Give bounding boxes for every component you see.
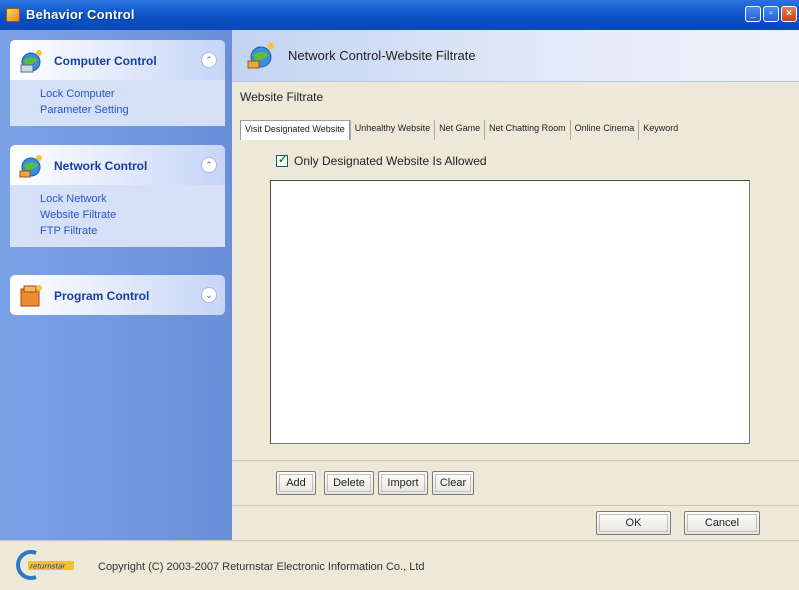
sidebar-item-ftp-filtrate[interactable]: FTP Filtrate	[40, 223, 225, 239]
group-header-network-control[interactable]: Network Control ⌃	[10, 145, 225, 185]
delete-button[interactable]: Delete	[324, 471, 374, 495]
add-button[interactable]: Add	[276, 471, 316, 495]
content-panel: Network Control-Website Filtrate Website…	[232, 30, 799, 540]
tab-panel: Only Designated Website Is Allowed	[240, 140, 799, 485]
page-title: Network Control-Website Filtrate	[288, 48, 476, 63]
group-body: Lock Network Website Filtrate FTP Filtra…	[10, 185, 225, 247]
sidebar-group-computer-control: Computer Control ⌃ Lock Computer Paramet…	[10, 40, 225, 126]
clear-button[interactable]: Clear	[432, 471, 474, 495]
network-globe-icon	[247, 42, 275, 69]
group-header-computer-control[interactable]: Computer Control ⌃	[10, 40, 225, 80]
sidebar-item-parameter-setting[interactable]: Parameter Setting	[40, 102, 225, 118]
expand-chevron-icon[interactable]: ⌄	[201, 287, 217, 303]
close-icon[interactable]: ×	[781, 6, 797, 22]
import-button[interactable]: Import	[378, 471, 428, 495]
sidebar-item-lock-computer[interactable]: Lock Computer	[40, 86, 225, 102]
tab-net-chatting-room[interactable]: Net Chatting Room	[484, 120, 570, 140]
window-title: Behavior Control	[26, 7, 135, 22]
computer-globe-icon	[20, 50, 42, 73]
sidebar-item-lock-network[interactable]: Lock Network	[40, 191, 225, 207]
ok-button[interactable]: OK	[596, 511, 671, 535]
sidebar-group-network-control: Network Control ⌃ Lock Network Website F…	[10, 145, 225, 247]
website-list-box[interactable]	[270, 180, 750, 444]
group-header-program-control[interactable]: Program Control ⌄	[10, 275, 225, 315]
checkbox-label: Only Designated Website Is Allowed	[294, 154, 487, 168]
content-header: Network Control-Website Filtrate	[232, 30, 799, 82]
network-globe-icon	[19, 155, 42, 178]
dialog-bar: OK Cancel	[232, 505, 799, 540]
cancel-button[interactable]: Cancel	[684, 511, 760, 535]
group-title: Program Control	[54, 289, 150, 303]
only-designated-checkbox[interactable]	[276, 153, 288, 167]
sidebar-group-program-control: Program Control ⌄	[10, 275, 225, 315]
window-controls: _ ▫ ×	[745, 6, 797, 22]
minimize-icon[interactable]: _	[745, 6, 761, 22]
tab-online-cinema[interactable]: Online Cinema	[569, 120, 639, 140]
action-bar: Add Delete Import Clear	[232, 460, 799, 500]
app-icon	[6, 8, 20, 22]
groupbox-label: Website Filtrate	[240, 90, 324, 104]
program-box-icon	[20, 285, 42, 307]
group-title: Computer Control	[54, 54, 157, 68]
only-designated-checkbox-row[interactable]: Only Designated Website Is Allowed	[276, 153, 487, 168]
svg-text:returnstar: returnstar	[30, 563, 66, 571]
behavior-control-window: Behavior Control _ ▫ × Computer Control …	[0, 0, 799, 590]
group-title: Network Control	[54, 159, 148, 173]
copyright-text: Copyright (C) 2003-2007 Returnstar Elect…	[98, 561, 425, 573]
title-bar[interactable]: Behavior Control _ ▫ ×	[0, 0, 799, 30]
restore-icon[interactable]: ▫	[763, 6, 779, 22]
tab-visit-designated-website[interactable]: Visit Designated Website	[240, 120, 350, 140]
tab-strip: Visit Designated Website Unhealthy Websi…	[240, 120, 682, 140]
sidebar: Computer Control ⌃ Lock Computer Paramet…	[0, 30, 232, 540]
footer: returnstar Copyright (C) 2003-2007 Retur…	[0, 540, 799, 590]
tab-unhealthy-website[interactable]: Unhealthy Website	[349, 120, 434, 140]
collapse-chevron-icon[interactable]: ⌃	[201, 52, 217, 68]
tab-keyword[interactable]: Keyword	[638, 120, 682, 140]
returnstar-logo: returnstar	[16, 550, 74, 580]
sidebar-item-website-filtrate[interactable]: Website Filtrate	[40, 207, 225, 223]
collapse-chevron-icon[interactable]: ⌃	[201, 157, 217, 173]
tab-net-game[interactable]: Net Game	[434, 120, 484, 140]
group-body: Lock Computer Parameter Setting	[10, 80, 225, 126]
